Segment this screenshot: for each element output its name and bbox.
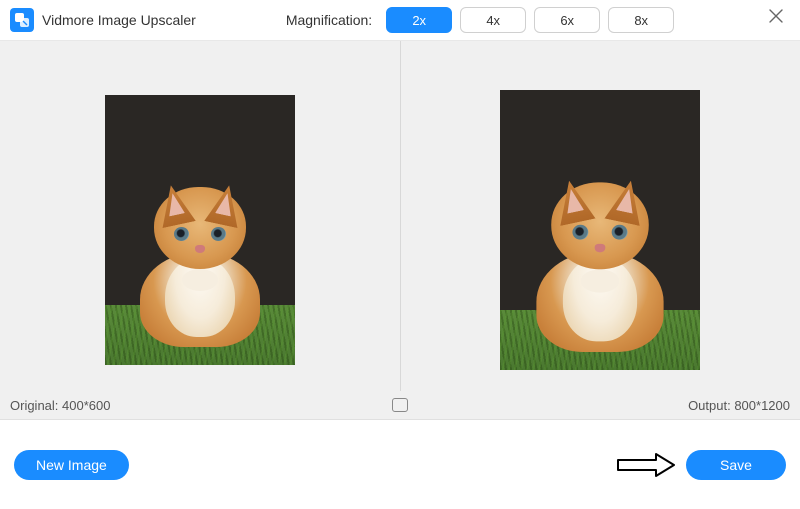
magnification-8x-button[interactable]: 8x (608, 7, 674, 33)
compare-area: Original: 400*600 Output: 800*1200 (0, 40, 800, 420)
close-button[interactable] (764, 4, 788, 28)
compare-toggle-icon[interactable] (392, 398, 408, 412)
save-button[interactable]: Save (686, 450, 786, 480)
header-bar: Vidmore Image Upscaler Magnification: 2x… (0, 0, 800, 40)
close-icon (768, 8, 784, 24)
arrow-right-icon (616, 452, 676, 478)
original-image (105, 95, 295, 365)
output-value: 800*1200 (734, 398, 790, 413)
original-dimensions: Original: 400*600 (10, 398, 111, 413)
magnification-group: Magnification: 2x 4x 6x 8x (286, 7, 674, 33)
output-image (500, 90, 700, 370)
output-dimensions: Output: 800*1200 (688, 398, 790, 413)
original-panel (0, 41, 401, 419)
magnification-2x-button[interactable]: 2x (386, 7, 452, 33)
magnification-label: Magnification: (286, 12, 372, 28)
logo-icon (10, 8, 34, 32)
original-label: Original: (10, 398, 58, 413)
original-value: 400*600 (62, 398, 110, 413)
info-bar: Original: 400*600 Output: 800*1200 (0, 391, 800, 419)
footer-bar: New Image Save (0, 420, 800, 509)
new-image-button[interactable]: New Image (14, 450, 129, 480)
output-label: Output: (688, 398, 731, 413)
magnification-6x-button[interactable]: 6x (534, 7, 600, 33)
app-title: Vidmore Image Upscaler (42, 12, 196, 28)
magnification-4x-button[interactable]: 4x (460, 7, 526, 33)
output-panel (401, 41, 800, 419)
